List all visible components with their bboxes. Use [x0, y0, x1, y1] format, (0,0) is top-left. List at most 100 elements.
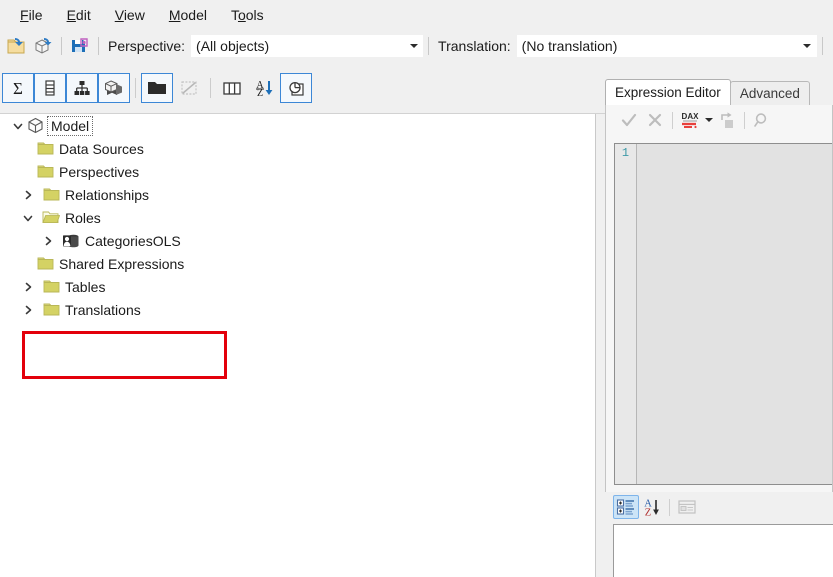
perspective-combobox[interactable]: (All objects)	[191, 35, 424, 57]
expand-expression-button[interactable]	[714, 108, 740, 132]
expander-collapsed-icon[interactable]	[20, 279, 36, 295]
columns-button[interactable]	[34, 72, 66, 103]
tab-label-advanced: Advanced	[739, 86, 800, 101]
tabular-editor-window: File Edit View Model Tools Perspective: …	[0, 0, 833, 577]
dax-code-editor[interactable]: 1	[614, 143, 832, 485]
tree-node-relationships[interactable]: Relationships	[0, 183, 595, 206]
expander-collapsed-icon[interactable]	[20, 187, 36, 203]
tree-label-shared-expressions: Shared Expressions	[59, 255, 185, 272]
object-dependencies-icon	[289, 81, 304, 96]
expander-collapsed-icon[interactable]	[40, 233, 56, 249]
categorized-view-button[interactable]	[613, 495, 639, 519]
role-icon	[62, 232, 80, 250]
menu-label-file-post: ile	[28, 7, 43, 23]
translation-combobox[interactable]: (No translation)	[516, 35, 817, 57]
tree-node-perspectives[interactable]: Perspectives	[0, 160, 595, 183]
line-number: 1	[621, 146, 630, 160]
editor-toolbar-separator-2	[744, 111, 745, 129]
open-file-button[interactable]	[4, 33, 30, 59]
tree-label-data-sources: Data Sources	[59, 140, 144, 157]
editor-toolbar-separator-1	[672, 111, 673, 129]
tab-expression-editor[interactable]: Expression Editor	[605, 79, 731, 105]
tree-node-tables[interactable]: Tables	[0, 275, 595, 298]
open-from-server-button[interactable]	[30, 33, 56, 59]
toolbar-separator-4	[821, 37, 823, 55]
expand-expression-icon	[721, 112, 733, 128]
display-folders-icon	[148, 81, 166, 94]
open-from-server-icon	[35, 38, 52, 54]
dax-formatter-button[interactable]: DAX	[677, 108, 703, 132]
tree-node-data-sources[interactable]: Data Sources	[0, 137, 595, 160]
model-tree-panel[interactable]: Model Data Sources Perspectives Relation…	[0, 114, 596, 577]
translation-label: Translation:	[438, 38, 511, 54]
folder-open-icon	[42, 209, 60, 227]
columns-icon	[45, 79, 55, 96]
partitions-icon	[105, 79, 122, 95]
menu-label-tools-post: ols	[245, 7, 264, 23]
editor-code-area[interactable]	[637, 144, 832, 484]
menu-mnemonic-file: F	[20, 7, 29, 23]
menu-mnemonic-tools: o	[237, 7, 246, 23]
folder-icon	[42, 186, 60, 204]
menu-item-file[interactable]: File	[8, 3, 55, 27]
hierarchies-button[interactable]	[66, 72, 98, 103]
annotation-highlight-box	[22, 331, 227, 379]
hierarchies-icon	[74, 80, 90, 95]
tree-node-shared-expressions[interactable]: Shared Expressions	[0, 252, 595, 275]
measures-button[interactable]: Σ	[2, 72, 34, 103]
chevron-down-icon	[803, 44, 812, 48]
accept-icon	[621, 113, 637, 127]
perspective-label: Perspective:	[108, 38, 186, 54]
display-folders-button[interactable]	[141, 72, 173, 103]
expression-tabstrip: Expression Editor Advanced	[605, 79, 810, 105]
properties-toolbar: A Z	[605, 492, 833, 522]
alphabetical-sort-icon: A Z	[644, 499, 659, 517]
expander-expanded-icon[interactable]	[20, 210, 36, 226]
tree-label-roles: Roles	[65, 209, 101, 226]
tree-node-translations[interactable]: Translations	[0, 298, 595, 321]
menu-item-view[interactable]: View	[103, 3, 157, 27]
menu-item-model[interactable]: Model	[157, 3, 219, 27]
menu-item-edit[interactable]: Edit	[55, 3, 103, 27]
menu-mnemonic-edit: E	[66, 7, 76, 23]
tree-node-model[interactable]: Model	[0, 114, 595, 137]
dax-formatter-dropdown-button[interactable]	[703, 109, 714, 131]
sort-alphabetically-button[interactable]: A Z	[248, 73, 280, 103]
translation-value: (No translation)	[521, 38, 618, 54]
menu-label-view-post: iew	[123, 7, 145, 23]
tab-label-expression-editor: Expression Editor	[615, 85, 721, 100]
object-dependencies-button[interactable]	[280, 72, 312, 103]
cancel-button[interactable]	[642, 108, 668, 132]
toolbar-separator-3	[428, 37, 430, 55]
translation-dropdown-arrow[interactable]	[799, 36, 816, 56]
tree-label-model: Model	[46, 115, 94, 136]
close-icon	[648, 113, 662, 127]
tree-label-perspectives: Perspectives	[59, 163, 140, 180]
measures-icon: Σ	[13, 79, 23, 98]
save-button[interactable]	[67, 33, 93, 59]
accept-button[interactable]	[616, 108, 642, 132]
expander-expanded-icon[interactable]	[10, 118, 26, 134]
expander-collapsed-icon[interactable]	[20, 302, 36, 318]
search-button[interactable]	[749, 108, 775, 132]
expression-editor-toolbar: DAX	[606, 105, 832, 135]
menu-bar: File Edit View Model Tools	[0, 0, 833, 30]
svg-text:Σ: Σ	[13, 79, 23, 98]
property-pages-button[interactable]	[674, 495, 700, 519]
menu-item-tools[interactable]: Tools	[219, 3, 276, 27]
dax-formatter-icon: DAX	[682, 112, 699, 129]
tree-node-roles[interactable]: Roles	[0, 206, 595, 229]
partitions-button[interactable]	[98, 72, 130, 103]
tab-advanced[interactable]: Advanced	[729, 81, 810, 105]
view-toolbar-separator-2	[210, 77, 211, 98]
hidden-objects-button[interactable]	[173, 73, 205, 103]
tree-label-tables: Tables	[65, 278, 106, 295]
open-file-icon	[7, 38, 25, 54]
alphabetical-sort-button[interactable]: A Z	[639, 495, 665, 519]
properties-grid[interactable]	[613, 524, 833, 577]
folder-icon	[36, 163, 54, 181]
perspective-dropdown-arrow[interactable]	[405, 36, 422, 56]
menu-label-tools-pre: T	[230, 7, 238, 23]
tree-node-categoriesols[interactable]: CategoriesOLS	[0, 229, 595, 252]
all-columns-button[interactable]	[216, 73, 248, 103]
